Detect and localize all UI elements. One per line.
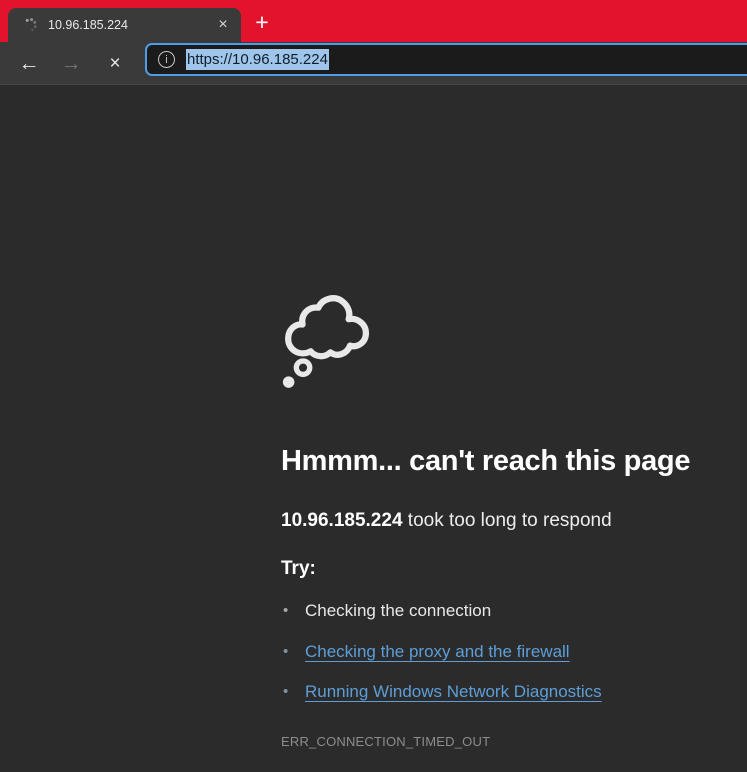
close-icon: × bbox=[109, 54, 120, 73]
tab-title: 10.96.185.224 bbox=[48, 18, 213, 32]
thought-bubble-icon bbox=[280, 284, 376, 388]
network-diagnostics-link[interactable]: Running Windows Network Diagnostics bbox=[305, 682, 602, 701]
plus-icon: + bbox=[255, 11, 268, 34]
tab-close-icon[interactable]: × bbox=[213, 15, 233, 35]
suggestion-item: •Checking the connection bbox=[283, 601, 491, 621]
try-label: Try: bbox=[281, 558, 316, 580]
back-button[interactable]: ← bbox=[16, 42, 42, 84]
error-message: 10.96.185.224 took too long to respond bbox=[281, 510, 612, 532]
stop-button[interactable]: × bbox=[102, 42, 128, 84]
bullet-icon: • bbox=[283, 643, 305, 660]
navigation-toolbar: ← → × i https://10.96.185.224 bbox=[0, 42, 747, 85]
loading-spinner-icon bbox=[22, 17, 38, 33]
bullet-icon: • bbox=[283, 602, 305, 619]
url-text-selected[interactable]: https://10.96.185.224 bbox=[186, 49, 329, 70]
tab-10.96.185.224[interactable]: 10.96.185.224 × bbox=[8, 8, 241, 42]
suggestion-label: Checking the connection bbox=[305, 601, 491, 620]
site-info-icon[interactable]: i bbox=[158, 51, 175, 68]
error-page: Hmmm... can't reach this page 10.96.185.… bbox=[0, 86, 747, 772]
arrow-right-icon: → bbox=[61, 53, 82, 74]
suggestion-item: •Running Windows Network Diagnostics bbox=[283, 682, 602, 702]
address-bar[interactable]: i https://10.96.185.224 bbox=[145, 43, 747, 76]
arrow-left-icon: ← bbox=[19, 53, 40, 74]
error-title: Hmmm... can't reach this page bbox=[281, 445, 690, 478]
tab-bar: 10.96.185.224 × + bbox=[0, 0, 747, 42]
new-tab-button[interactable]: + bbox=[248, 9, 276, 35]
suggestion-item: •Checking the proxy and the firewall bbox=[283, 642, 570, 662]
forward-button[interactable]: → bbox=[58, 42, 84, 84]
browser-window: 10.96.185.224 × + ← → × i https://10.96.… bbox=[0, 0, 747, 772]
host-name: 10.96.185.224 bbox=[281, 510, 403, 531]
bullet-icon: • bbox=[283, 683, 305, 700]
error-code: ERR_CONNECTION_TIMED_OUT bbox=[281, 734, 490, 749]
proxy-firewall-link[interactable]: Checking the proxy and the firewall bbox=[305, 642, 570, 661]
